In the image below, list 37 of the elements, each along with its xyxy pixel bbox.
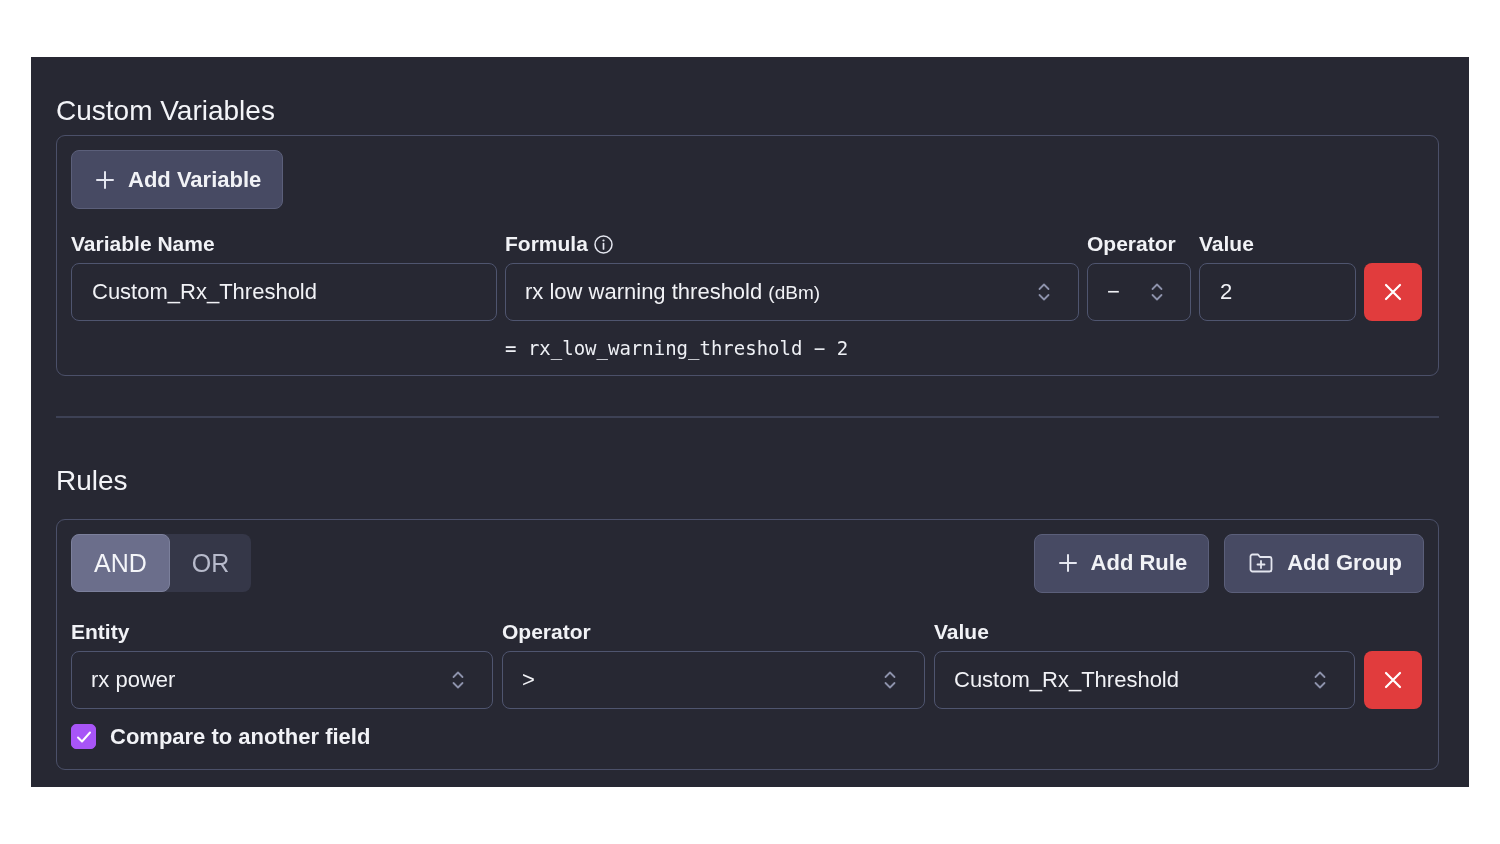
chevron-up-down-icon (452, 669, 464, 690)
value-field[interactable]: 2 (1199, 263, 1356, 321)
field-label: Variable Name (71, 231, 215, 257)
add-variable-button[interactable]: Add Variable (71, 150, 284, 209)
field-label: Operator (1087, 231, 1176, 257)
checkbox-label: Compare to another field (110, 723, 371, 750)
field-label: Entity (71, 618, 130, 645)
field-label: Value (934, 618, 989, 645)
delete-button[interactable] (1364, 650, 1422, 709)
add-rule-button[interactable]: Add Rule (1033, 533, 1210, 593)
add-group-button[interactable]: Add Group (1224, 533, 1424, 593)
checkbox[interactable] (71, 724, 96, 749)
variable-name-field[interactable]: Custom_Rx_Threshold (71, 263, 497, 321)
check-icon (75, 729, 92, 744)
chevron-up-down-icon (1314, 669, 1326, 690)
section-title: Rules (56, 463, 129, 498)
folder-plus-icon (1249, 553, 1274, 573)
value-select[interactable]: Custom_Rx_Threshold (934, 650, 1355, 709)
operator-select[interactable]: − (1087, 263, 1191, 321)
close-icon (1384, 670, 1402, 689)
section-title: Custom Variables (56, 94, 276, 128)
field-label: Value (1199, 231, 1254, 257)
close-icon (1384, 283, 1402, 301)
chevron-up-down-icon (1038, 282, 1050, 302)
field-label: Formula (505, 231, 588, 257)
formula-select[interactable]: rx low warning threshold (dBm) (505, 263, 1079, 321)
info-icon (593, 234, 613, 254)
formula-preview: = rx_low_warning_threshold − 2 (505, 336, 849, 360)
chevron-up-down-icon (884, 669, 896, 690)
operator-select[interactable]: > (502, 650, 925, 709)
logic-option[interactable]: OR (169, 534, 252, 592)
chevron-up-down-icon (1151, 282, 1163, 302)
entity-select[interactable]: rx power (71, 650, 493, 709)
plus-icon (1058, 554, 1077, 572)
plus-icon (96, 170, 114, 189)
field-label: Operator (502, 618, 591, 645)
logic-option[interactable]: AND (71, 534, 170, 592)
